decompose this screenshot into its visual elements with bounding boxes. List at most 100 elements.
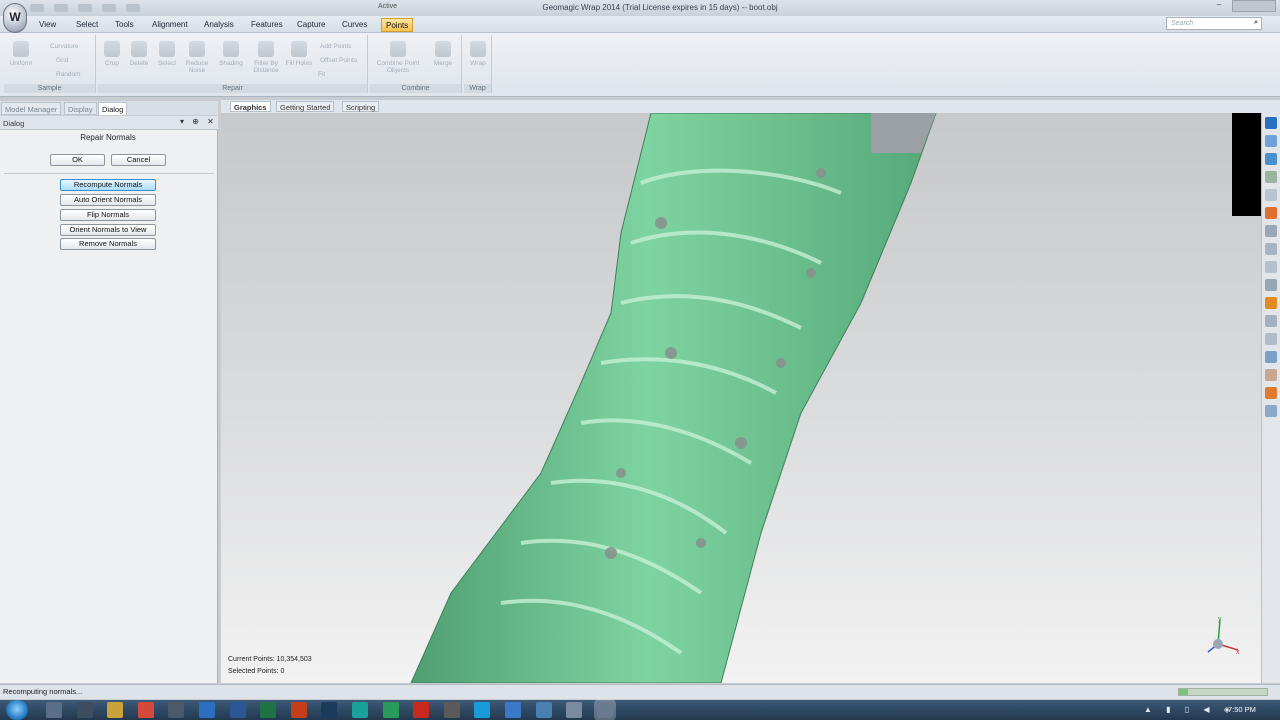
- outlook-icon[interactable]: [199, 702, 215, 718]
- tab-capture[interactable]: Capture: [293, 18, 329, 32]
- clip-icon[interactable]: [1265, 315, 1277, 327]
- view-camera-icon[interactable]: [1265, 243, 1277, 255]
- tab-tools[interactable]: Tools: [111, 18, 138, 32]
- wrap-button[interactable]: Wrap: [463, 41, 493, 67]
- tab-features[interactable]: Features: [247, 18, 287, 32]
- inkscape-icon[interactable]: [444, 702, 460, 718]
- system-tray[interactable]: ▲ ▮ ▯ ◀ ◈: [1144, 705, 1236, 714]
- quick-access-toolbar: [30, 2, 140, 14]
- notepad-icon[interactable]: [566, 702, 582, 718]
- geomagic-icon[interactable]: [597, 702, 613, 718]
- tab-scripting[interactable]: Scripting: [342, 101, 380, 112]
- window-controls[interactable]: [1232, 0, 1276, 12]
- tab-view[interactable]: View: [35, 18, 60, 32]
- reduce-noise-button[interactable]: Reduce Noise: [182, 41, 212, 74]
- view-fit-icon[interactable]: [1265, 153, 1277, 165]
- crop-button[interactable]: Crop: [97, 41, 127, 67]
- tab-dialog[interactable]: Dialog: [98, 102, 128, 115]
- grid-toggle-icon[interactable]: [1265, 333, 1277, 345]
- render-icon[interactable]: [1265, 207, 1277, 219]
- add-points-button[interactable]: Add Points: [320, 43, 351, 50]
- media-icon[interactable]: [77, 702, 93, 718]
- auto-orient-normals-button[interactable]: Auto Orient Normals: [60, 194, 156, 206]
- app-green-icon[interactable]: [383, 702, 399, 718]
- qat-new-icon[interactable]: [30, 4, 44, 12]
- filter-label: Filter By Distance: [253, 60, 279, 74]
- tab-getting-started[interactable]: Getting Started: [276, 101, 335, 112]
- color-icon[interactable]: [1265, 369, 1277, 381]
- fit-button[interactable]: Fit: [318, 71, 325, 78]
- spider-icon[interactable]: [168, 702, 184, 718]
- search-icon[interactable]: ⌕: [1254, 19, 1258, 27]
- ribbon-group-combine: Combine Point Objects Merge Combine: [370, 35, 462, 93]
- material-icon[interactable]: [1265, 387, 1277, 399]
- qat-save-icon[interactable]: [78, 4, 92, 12]
- offset-points-button[interactable]: Offset Points: [320, 57, 357, 64]
- view-iso-icon[interactable]: [1265, 171, 1277, 183]
- chrome-icon[interactable]: [138, 702, 154, 718]
- qat-undo-icon[interactable]: [102, 4, 116, 12]
- axis-triad-icon[interactable]: y x: [1198, 614, 1244, 660]
- background-icon[interactable]: [1265, 351, 1277, 363]
- crop-label: Crop: [104, 60, 120, 67]
- combine-point-objects-button[interactable]: Combine Point Objects: [376, 41, 420, 74]
- wireframe-icon[interactable]: [1265, 405, 1277, 417]
- skype-icon[interactable]: [474, 702, 490, 718]
- minimize-button[interactable]: –: [1210, 0, 1228, 12]
- word-icon[interactable]: [230, 702, 246, 718]
- uniform-button[interactable]: Uniform: [6, 41, 36, 67]
- tab-analysis[interactable]: Analysis: [200, 18, 238, 32]
- light-icon[interactable]: [1265, 297, 1277, 309]
- view-box-icon[interactable]: [1265, 225, 1277, 237]
- remove-normals-button[interactable]: Remove Normals: [60, 238, 156, 250]
- photoshop-icon[interactable]: [321, 702, 337, 718]
- ribbon: Uniform Curvature Grid Random Sample Cro…: [0, 33, 1280, 97]
- delete-button[interactable]: Delete: [124, 41, 154, 67]
- graphics-viewport[interactable]: [221, 113, 1261, 683]
- recompute-normals-button[interactable]: Recompute Normals: [60, 179, 156, 191]
- app-menu-button[interactable]: W: [3, 3, 27, 33]
- shading-button[interactable]: Shading: [216, 41, 246, 67]
- acrobat-icon[interactable]: [413, 702, 429, 718]
- tab-points[interactable]: Points: [381, 18, 414, 32]
- qat-open-icon[interactable]: [54, 4, 68, 12]
- status-text: Recomputing normals...: [3, 687, 83, 696]
- filter-by-distance-button[interactable]: Filter By Distance: [251, 41, 281, 74]
- excel-icon[interactable]: [260, 702, 276, 718]
- view-pan-icon[interactable]: [1265, 261, 1277, 273]
- tab-select[interactable]: Select: [72, 18, 102, 32]
- tab-alignment[interactable]: Alignment: [148, 18, 192, 32]
- ok-button[interactable]: OK: [50, 154, 105, 166]
- panel-header-title: Dialog: [3, 119, 25, 128]
- tab-model-manager[interactable]: Model Manager: [1, 102, 62, 115]
- tab-display[interactable]: Display: [64, 102, 97, 115]
- network-icon[interactable]: [536, 702, 552, 718]
- random-button[interactable]: Random: [56, 71, 81, 78]
- powerpoint-icon[interactable]: [291, 702, 307, 718]
- folder-icon[interactable]: [107, 702, 123, 718]
- app-teal-icon[interactable]: [352, 702, 368, 718]
- cancel-button[interactable]: Cancel: [111, 154, 166, 166]
- qat-redo-icon[interactable]: [126, 4, 140, 12]
- app-blue-icon[interactable]: [505, 702, 521, 718]
- fill-holes-button[interactable]: Fill Holes: [284, 41, 314, 67]
- menu-bar: View Select Tools Alignment Analysis Fea…: [0, 16, 1280, 33]
- merge-button[interactable]: Merge: [428, 41, 458, 67]
- start-button[interactable]: [6, 700, 28, 720]
- view-rotate-icon[interactable]: [1265, 135, 1277, 147]
- view-front-icon[interactable]: [1265, 117, 1277, 129]
- orient-normals-to-view-button[interactable]: Orient Normals to View: [60, 224, 156, 236]
- explorer-icon[interactable]: [46, 702, 62, 718]
- tab-curves[interactable]: Curves: [338, 18, 371, 32]
- grid-button[interactable]: Grid: [56, 57, 68, 64]
- panel-pin-close-icons[interactable]: ▾ ⊕ ✕: [180, 117, 217, 126]
- zoom-icon[interactable]: [1265, 189, 1277, 201]
- curvature-button[interactable]: Curvature: [50, 43, 79, 50]
- active-tag: Active: [378, 3, 398, 10]
- search-input[interactable]: Search ⌕: [1166, 17, 1262, 30]
- tab-graphics[interactable]: Graphics: [230, 101, 271, 112]
- flip-normals-button[interactable]: Flip Normals: [60, 209, 156, 221]
- view-select-icon[interactable]: [1265, 279, 1277, 291]
- select-button[interactable]: Select: [152, 41, 182, 67]
- fill-holes-icon: [291, 41, 307, 57]
